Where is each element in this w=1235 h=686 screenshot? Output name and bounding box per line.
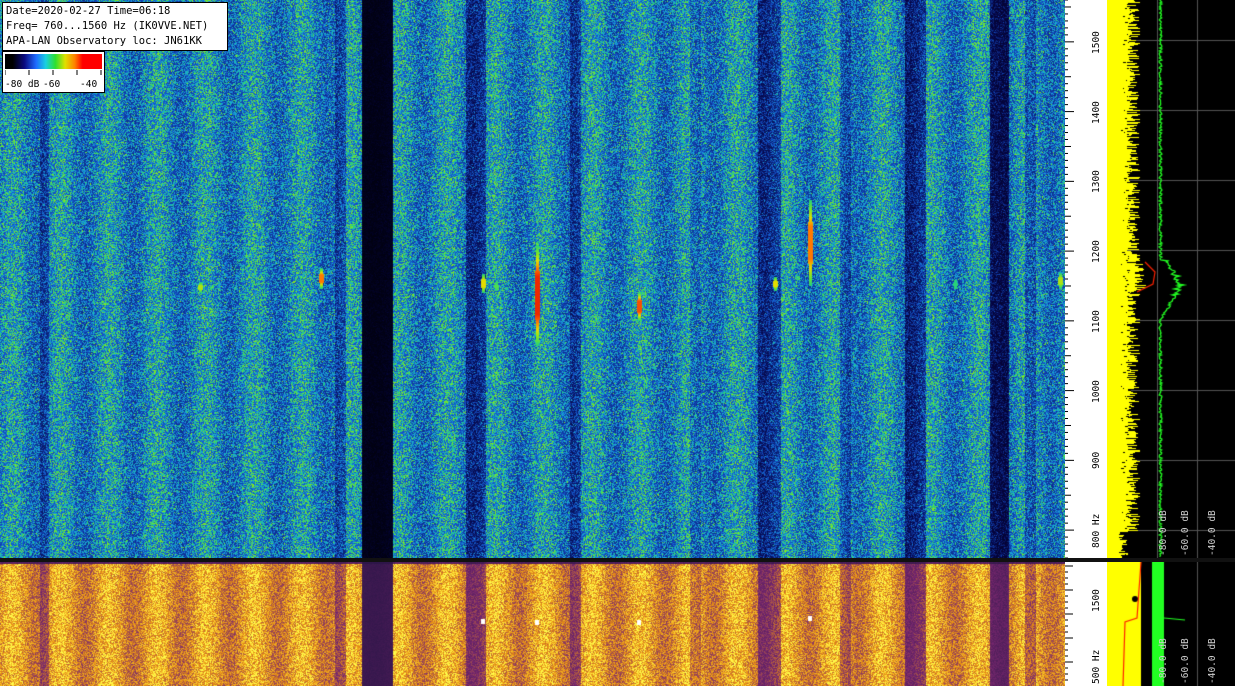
axis-tick-label: 1500 (1091, 30, 1102, 54)
spectrum-db-label: -60.0 dB (1180, 510, 1191, 556)
waterfall-spectrogram-overview (0, 562, 1065, 686)
info-observatory: APA-LAN Observatory loc: JN61KK (6, 35, 202, 47)
spectrum-overview-db-label: -40.0 dB (1207, 638, 1218, 684)
spectrum-overview-db-label: -60.0 dB (1180, 638, 1191, 684)
spectrum-overview-db-label: -80.0 dB (1158, 638, 1169, 684)
legend-label-max: -40 (80, 79, 98, 90)
axis-tick-label: 1300 (1091, 170, 1102, 194)
color-legend: -80 dB -60 -40 (2, 51, 105, 93)
axis-tick-label: 1400 (1091, 100, 1102, 124)
spectrum-db-label: -40.0 dB (1207, 510, 1218, 556)
info-frequency: Freq= 760...1560 Hz (IK0VVE.NET) (6, 20, 209, 32)
info-date-time: Date=2020-02-27 Time=06:18 (6, 5, 171, 17)
legend-label-min: -80 dB (5, 79, 40, 90)
axis-overview-tick-label: 1500 (1091, 589, 1102, 612)
spectrum-db-label: -80.0 dB (1158, 510, 1169, 556)
color-scale-bar (5, 54, 102, 69)
axis-tick-label: 800 Hz (1091, 513, 1102, 549)
axis-overview-tick-label: 500 Hz (1091, 649, 1102, 684)
axis-tick-label: 1000 (1091, 379, 1102, 403)
axis-tick-label: 900 (1091, 452, 1102, 470)
spectrum-panel-main (1107, 0, 1235, 558)
frequency-axis-main (1065, 0, 1107, 559)
frequency-axis-ticks (1065, 0, 1074, 559)
axis-tick-label: 1100 (1091, 309, 1102, 333)
info-box: Date=2020-02-27 Time=06:18 Freq= 760...1… (2, 2, 228, 51)
legend-label-mid: -60 (43, 79, 61, 90)
waterfall-spectrogram-main (0, 0, 1065, 558)
spectrogram-window: Date=2020-02-27 Time=06:18 Freq= 760...1… (0, 0, 1235, 686)
legend-ticks (5, 70, 102, 75)
axis-tick-label: 1200 (1091, 240, 1102, 264)
